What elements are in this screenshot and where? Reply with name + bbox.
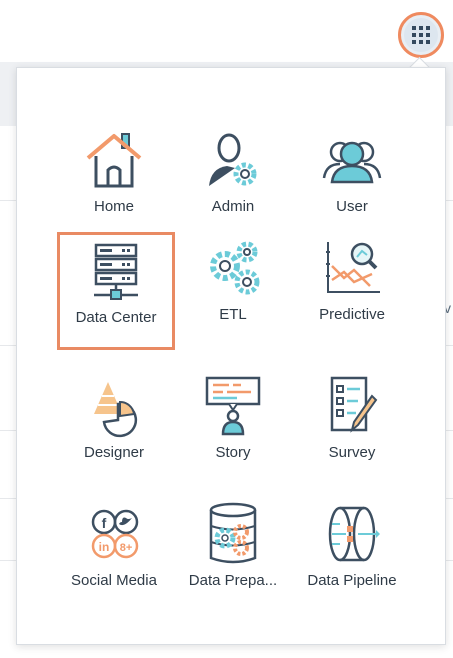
app-label: Admin (211, 198, 255, 215)
app-tile-user[interactable]: User (293, 124, 411, 242)
etl-icon (197, 232, 269, 304)
social-media-icon: f in 8+ (78, 498, 150, 570)
app-tile-data-preparation[interactable]: Data Prepa... (174, 498, 292, 616)
app-tile-story[interactable]: Story (174, 370, 292, 488)
data-prep-icon (197, 498, 269, 570)
grid-icon (404, 18, 438, 52)
svg-text:in: in (99, 540, 110, 554)
app-label: Survey (328, 444, 376, 461)
data-center-icon (80, 235, 152, 307)
app-label: ETL (219, 306, 247, 323)
app-label: Social Media (71, 572, 157, 589)
app-label: Data Prepa... (188, 572, 278, 589)
app-tile-survey[interactable]: Survey (293, 370, 411, 488)
app-launcher-button[interactable] (398, 12, 444, 58)
app-label: Data Pipeline (307, 572, 397, 589)
predictive-icon (316, 232, 388, 304)
survey-icon (316, 370, 388, 442)
app-launcher-menu: Home Admin User Data Center ETL Predicti… (16, 67, 446, 645)
svg-text:f: f (102, 515, 107, 531)
svg-text:8+: 8+ (120, 542, 133, 554)
user-icon (316, 124, 388, 196)
app-label: Designer (83, 444, 145, 461)
app-label: User (336, 198, 368, 215)
admin-icon (197, 124, 269, 196)
home-icon (78, 124, 150, 196)
designer-icon (78, 370, 150, 442)
app-tile-etl[interactable]: ETL (174, 232, 292, 350)
story-icon (197, 370, 269, 442)
app-tile-data-center[interactable]: Data Center (57, 232, 175, 350)
app-tile-designer[interactable]: Designer (55, 370, 173, 488)
app-tile-home[interactable]: Home (55, 124, 173, 242)
app-tile-predictive[interactable]: Predictive (293, 232, 411, 350)
app-tile-admin[interactable]: Admin (174, 124, 292, 242)
app-label: Predictive (319, 306, 385, 323)
app-tile-social-media[interactable]: f in 8+ Social Media (55, 498, 173, 616)
data-pipeline-icon (316, 498, 388, 570)
app-label: Story (215, 444, 251, 461)
app-label: Home (93, 198, 134, 215)
app-label: Data Center (75, 309, 157, 326)
app-tile-data-pipeline[interactable]: Data Pipeline (293, 498, 411, 616)
